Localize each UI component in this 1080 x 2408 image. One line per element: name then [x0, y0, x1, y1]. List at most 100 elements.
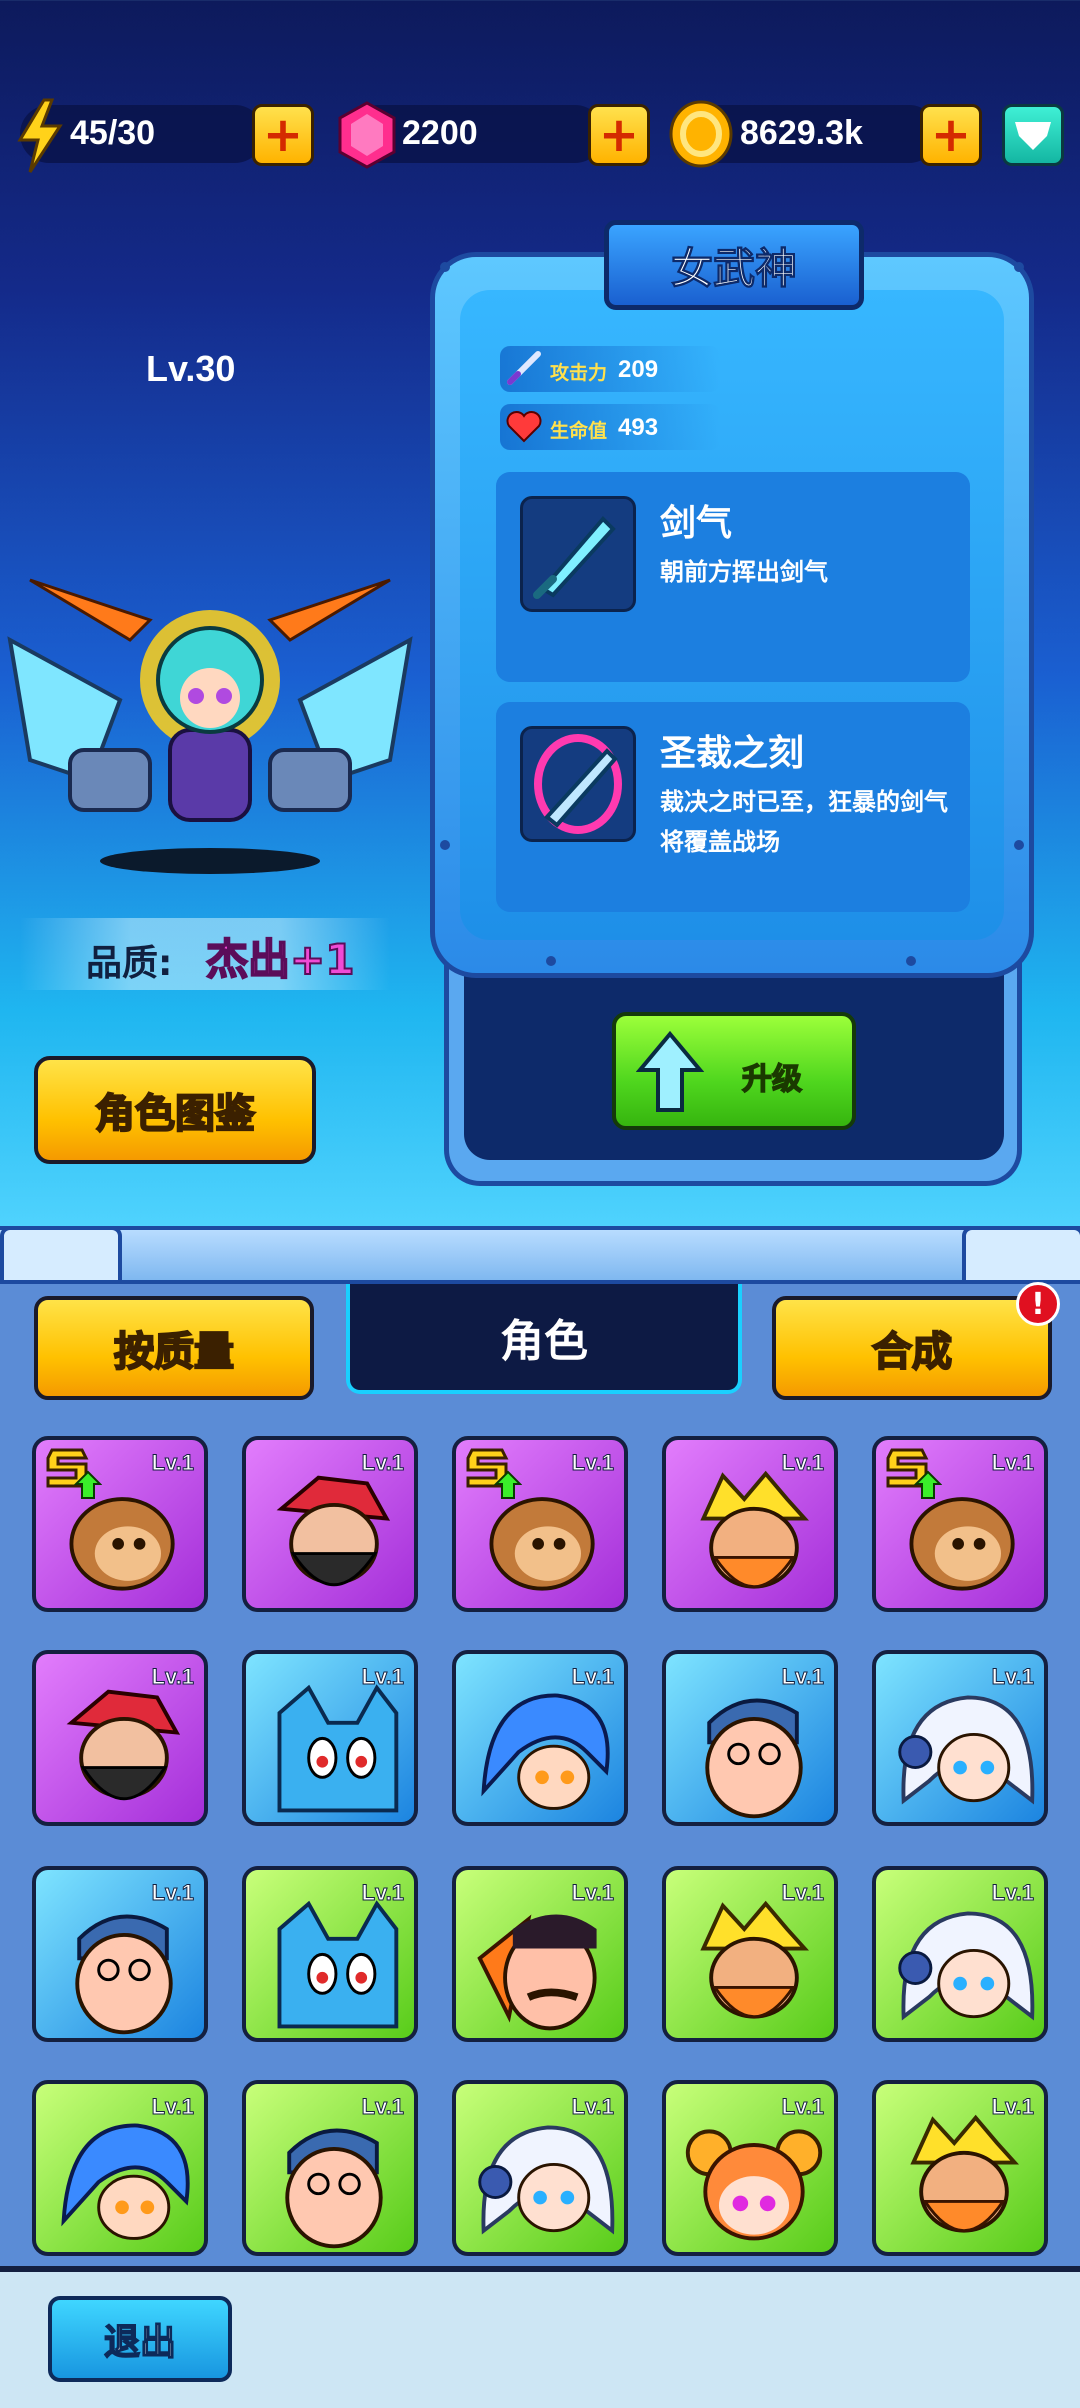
panel-rivet	[440, 262, 450, 272]
section-divider	[0, 1226, 1080, 1284]
shop-shield-button[interactable]	[1002, 104, 1064, 166]
card-level: Lv.1	[571, 1450, 614, 1476]
character-card[interactable]: Lv.1	[32, 2080, 208, 2256]
bearded-man-red-hair-icon	[66, 1689, 181, 1801]
card-level: Lv.1	[991, 2094, 1034, 2120]
divider-cap	[962, 1226, 1080, 1284]
skill-card[interactable]: 剑气 朝前方挥出剑气	[496, 472, 970, 682]
card-level: Lv.1	[151, 1450, 194, 1476]
energy-value: 45/30	[70, 114, 156, 152]
character-card[interactable]: Lv.1	[872, 1866, 1048, 2042]
character-card[interactable]: Lv.1	[662, 1650, 838, 1826]
tab-characters-label: 角色	[500, 1316, 588, 1367]
card-level: Lv.1	[991, 1664, 1034, 1690]
merge-label: 合成	[871, 1328, 953, 1376]
resource-bar: 45/30 + 2200 + 8629.3k +	[0, 90, 1080, 180]
merge-button[interactable]: 合成	[772, 1296, 1052, 1400]
add-coins-button[interactable]: +	[920, 104, 982, 166]
character-card[interactable]: Lv.1	[452, 1436, 628, 1612]
card-level: Lv.1	[361, 1664, 404, 1690]
gem-icon	[338, 101, 396, 169]
character-card[interactable]: Lv.1	[872, 2080, 1048, 2256]
mustache-man-icon	[477, 1914, 597, 2031]
card-level: Lv.1	[991, 1880, 1034, 1906]
character-card[interactable]: Lv.1	[242, 2080, 418, 2256]
character-card[interactable]: Lv.1	[32, 1866, 208, 2042]
character-card[interactable]: Lv.1	[242, 1650, 418, 1826]
card-level: Lv.1	[571, 1664, 614, 1690]
panel-rivet	[440, 840, 450, 850]
judgment-blade-icon	[534, 734, 622, 834]
coin-value: 8629.3k	[740, 114, 863, 152]
add-energy-button[interactable]: +	[252, 104, 314, 166]
add-gems-button[interactable]: +	[588, 104, 650, 166]
card-level: Lv.1	[571, 1880, 614, 1906]
blue-cat-icon	[277, 1900, 399, 2029]
s-rank-upgrade-icon	[466, 1448, 522, 1499]
lightning-icon	[17, 98, 63, 173]
glasses-man-icon	[285, 2128, 383, 2249]
attack-label: 攻击力	[550, 362, 608, 384]
sword-icon	[507, 351, 541, 385]
blue-hair-girl-icon	[481, 1693, 610, 1810]
white-hair-girl-icon	[898, 1695, 1035, 1805]
white-hair-girl-icon	[478, 2125, 615, 2235]
attack-value: 209	[618, 356, 659, 383]
divider-cap	[0, 1226, 122, 1284]
card-level: Lv.1	[361, 1450, 404, 1476]
character-card[interactable]: Lv.1	[242, 1436, 418, 1612]
blue-cat-icon	[277, 1684, 399, 1813]
skill-icon-frame	[520, 496, 636, 612]
skill-name: 剑气	[660, 503, 733, 544]
skill-name: 圣裁之刻	[660, 733, 805, 774]
card-level: Lv.1	[781, 1664, 824, 1690]
up-arrow-icon	[636, 1030, 704, 1112]
card-level: Lv.1	[781, 1450, 824, 1476]
character-card[interactable]: Lv.1	[662, 2080, 838, 2256]
skill-icon-frame	[520, 726, 636, 842]
yellow-hair-bearded-man-icon	[700, 1900, 810, 2019]
card-level: Lv.1	[781, 1880, 824, 1906]
s-rank-upgrade-icon	[46, 1448, 102, 1499]
character-card[interactable]: Lv.1	[872, 1650, 1048, 1826]
heart-icon	[506, 411, 542, 443]
card-level: Lv.1	[571, 2094, 614, 2120]
character-card[interactable]: Lv.1	[452, 1650, 628, 1826]
skill-desc: 朝前方挥出剑气	[660, 558, 828, 586]
exit-button[interactable]: 退出	[48, 2296, 232, 2382]
card-level: Lv.1	[361, 2094, 404, 2120]
hero-name: 女武神	[670, 243, 797, 293]
bun-hair-girl-icon	[685, 2129, 823, 2241]
tab-characters: 角色	[346, 1284, 742, 1394]
sort-label: 按质量	[113, 1328, 235, 1376]
blade-icon	[533, 516, 616, 599]
character-card[interactable]: Lv.1	[452, 2080, 628, 2256]
quality-value: 杰出+1	[205, 934, 355, 985]
sort-by-quality-button[interactable]: 按质量	[34, 1296, 314, 1400]
glasses-man-icon	[705, 1698, 803, 1819]
character-card[interactable]: Lv.1	[662, 1436, 838, 1612]
glasses-man-icon	[75, 1914, 173, 2035]
skill-card[interactable]: 圣裁之刻 裁决之时已至，狂暴的剑气将覆盖战场	[496, 702, 970, 912]
character-card[interactable]: Lv.1	[662, 1866, 838, 2042]
upgrade-button[interactable]: 升级	[612, 1012, 856, 1130]
character-card[interactable]: Lv.1	[452, 1866, 628, 2042]
coin-icon	[669, 100, 733, 168]
character-card[interactable]: Lv.1	[242, 1866, 418, 2042]
character-card[interactable]: Lv.1	[872, 1436, 1048, 1612]
character-card[interactable]: Lv.1	[32, 1650, 208, 1826]
white-hair-girl-icon	[898, 1911, 1035, 2021]
panel-rivet	[1014, 262, 1024, 272]
character-gallery-label: 角色图鉴	[94, 1090, 256, 1138]
card-level: Lv.1	[151, 2094, 194, 2120]
hp-label: 生命值	[550, 420, 608, 442]
card-level: Lv.1	[361, 1880, 404, 1906]
character-gallery-button[interactable]: 角色图鉴	[34, 1056, 316, 1164]
card-level: Lv.1	[151, 1880, 194, 1906]
alert-badge-icon: !	[1016, 1282, 1060, 1326]
character-card[interactable]: Lv.1	[32, 1436, 208, 1612]
valkyrie-hero-sprite	[7, 578, 413, 822]
shield-icon	[1015, 122, 1051, 150]
gem-value: 2200	[402, 114, 478, 152]
panel-rivet	[906, 956, 916, 966]
